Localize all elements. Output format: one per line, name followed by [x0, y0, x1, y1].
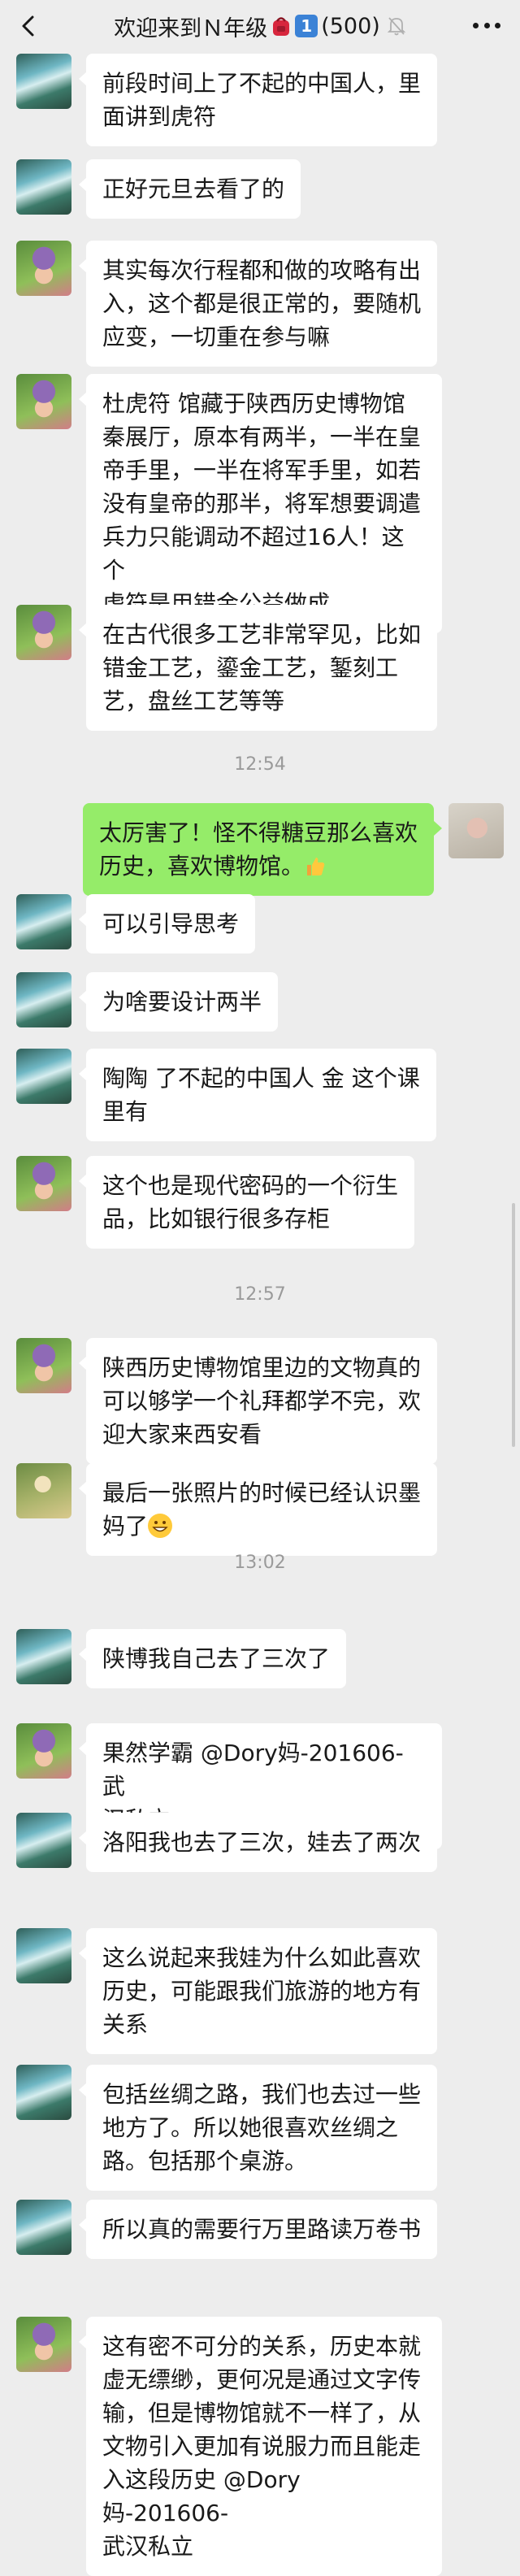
message-bubble[interactable]: 太厉害了！怪不得糖豆那么喜欢 历史，喜欢博物馆。 — [82, 803, 443, 896]
message-bubble[interactable]: 杜虎符 馆藏于陕西历史博物馆 秦展厅，原本有两半，一半在皇 帝手里，一半在将军手… — [79, 374, 442, 633]
message-text: 这么说起来我娃为什么如此喜欢 历史，可能跟我们旅游的地方有 关系 — [102, 1944, 422, 2038]
message-bubble[interactable]: 正好元旦去看了的 — [78, 159, 301, 219]
message-bubble[interactable]: 所以真的需要行万里路读万卷书 — [78, 2200, 438, 2259]
timestamp: 13:02 — [234, 1553, 286, 1573]
message-bubble[interactable]: 前段时间上了不起的中国人，里 面讲到虎符 — [78, 54, 438, 146]
message-text: 所以真的需要行万里路读万卷书 — [102, 2216, 422, 2243]
message-text: 洛阳我也去了三次，娃去了两次 — [102, 1829, 422, 1856]
avatar[interactable] — [16, 894, 72, 949]
message-text: 前段时间上了不起的中国人，里 面讲到虎符 — [102, 70, 422, 130]
message-text: 杜虎符 馆藏于陕西历史博物馆 秦展厅，原本有两半，一半在皇 帝手里，一半在将军手… — [102, 390, 422, 617]
schoolbag-icon — [273, 17, 290, 36]
chat-title: 欢迎来到Ｎ年级 1 (500) — [114, 11, 406, 42]
message-bubble[interactable]: 包括丝绸之路，我们也去过一些 地方了。所以她很喜欢丝绸之 路。包括那个桌游。 — [78, 2065, 438, 2191]
avatar[interactable] — [16, 1156, 72, 1211]
avatar[interactable] — [16, 241, 72, 296]
message-text: 陕西历史博物馆里边的文物真的 可以够学一个礼拜都学不完，欢 迎大家来西安看 — [102, 1354, 422, 1448]
message-text: 在古代很多工艺非常罕见，比如 错金工艺，鎏金工艺，錾刻工 艺，盘丝工艺等等 — [102, 621, 422, 715]
avatar[interactable] — [16, 2065, 72, 2120]
avatar[interactable] — [16, 1049, 72, 1104]
avatar[interactable] — [16, 54, 72, 109]
avatar[interactable] — [16, 972, 72, 1027]
message-text: 这个也是现代密码的一个衍生 品，比如银行很多存柜 — [102, 1172, 399, 1232]
avatar[interactable] — [16, 374, 72, 429]
message-bubble[interactable]: 其实每次行程都和做的攻略有出 入，这个都是很正常的，要随机 应变，一切重在参与嘛 — [78, 241, 438, 367]
chat-header: 欢迎来到Ｎ年级 1 (500) — [0, 0, 520, 52]
message-bubble[interactable]: 这个也是现代密码的一个衍生 品，比如银行很多存柜 — [78, 1156, 415, 1249]
scrollbar[interactable] — [512, 1203, 515, 1447]
avatar[interactable] — [16, 1463, 72, 1518]
message-text: 其实每次行程都和做的攻略有出 入，这个都是很正常的，要随机 应变，一切重在参与嘛 — [102, 257, 422, 350]
message-text: 陶陶 了不起的中国人 金 这个课 里有 — [102, 1065, 420, 1125]
avatar[interactable] — [16, 1928, 72, 1983]
message-text: 包括丝绸之路，我们也去过一些 地方了。所以她很喜欢丝绸之 路。包括那个桌游。 — [102, 2081, 422, 2174]
message-text: 太厉害了！怪不得糖豆那么喜欢 历史，喜欢博物馆。 — [98, 819, 418, 880]
message-bubble[interactable]: 在古代很多工艺非常罕见，比如 错金工艺，鎏金工艺，錾刻工 艺，盘丝工艺等等 — [78, 605, 438, 731]
chat-title-text: 欢迎来到Ｎ年级 — [114, 15, 268, 41]
avatar[interactable] — [16, 605, 72, 660]
timestamp: 12:54 — [234, 754, 286, 775]
more-icon[interactable] — [473, 23, 500, 31]
message-bubble[interactable]: 陕博我自己去了三次了 — [78, 1629, 347, 1688]
message-bubble[interactable]: 最后一张照片的时候已经认识墨 妈了 — [78, 1463, 438, 1556]
message-bubble[interactable]: 可以引导思考 — [78, 894, 256, 954]
message-text: 这有密不可分的关系，历史本就 虚无缥缈，更何况是通过文字传 输，但是博物馆就不一… — [102, 2333, 422, 2560]
avatar[interactable] — [16, 2200, 72, 2255]
avatar[interactable] — [16, 2317, 72, 2372]
message-text: 为啥要设计两半 — [102, 988, 262, 1015]
member-count: (500) — [321, 13, 380, 39]
message-text: 可以引导思考 — [102, 910, 240, 937]
timestamp: 12:57 — [234, 1284, 286, 1305]
thumbs-up-icon — [307, 858, 325, 875]
avatar[interactable] — [16, 1629, 72, 1684]
message-bubble[interactable]: 陶陶 了不起的中国人 金 这个课 里有 — [79, 1049, 436, 1141]
avatar[interactable] — [16, 1338, 72, 1393]
message-bubble[interactable]: 陕西历史博物馆里边的文物真的 可以够学一个礼拜都学不完，欢 迎大家来西安看 — [78, 1338, 438, 1464]
message-bubble[interactable]: 这么说起来我娃为什么如此喜欢 历史，可能跟我们旅游的地方有 关系 — [78, 1928, 438, 2054]
message-bubble[interactable]: 洛阳我也去了三次，娃去了两次 — [78, 1813, 438, 1872]
message-bubble[interactable]: 为啥要设计两半 — [78, 972, 279, 1032]
avatar[interactable] — [16, 159, 72, 215]
back-icon[interactable] — [18, 15, 41, 37]
grade-badge: 1 — [295, 15, 318, 37]
avatar[interactable] — [16, 1723, 72, 1779]
message-text: 正好元旦去看了的 — [102, 176, 285, 202]
message-bubble[interactable]: 这有密不可分的关系，历史本就 虚无缥缈，更何况是通过文字传 输，但是博物馆就不一… — [79, 2317, 442, 2576]
avatar[interactable] — [16, 1813, 72, 1868]
avatar[interactable] — [448, 803, 504, 858]
grin-emoji-icon — [148, 1514, 173, 1538]
message-text: 陕博我自己去了三次了 — [102, 1645, 331, 1672]
mute-bell-icon — [387, 17, 405, 36]
